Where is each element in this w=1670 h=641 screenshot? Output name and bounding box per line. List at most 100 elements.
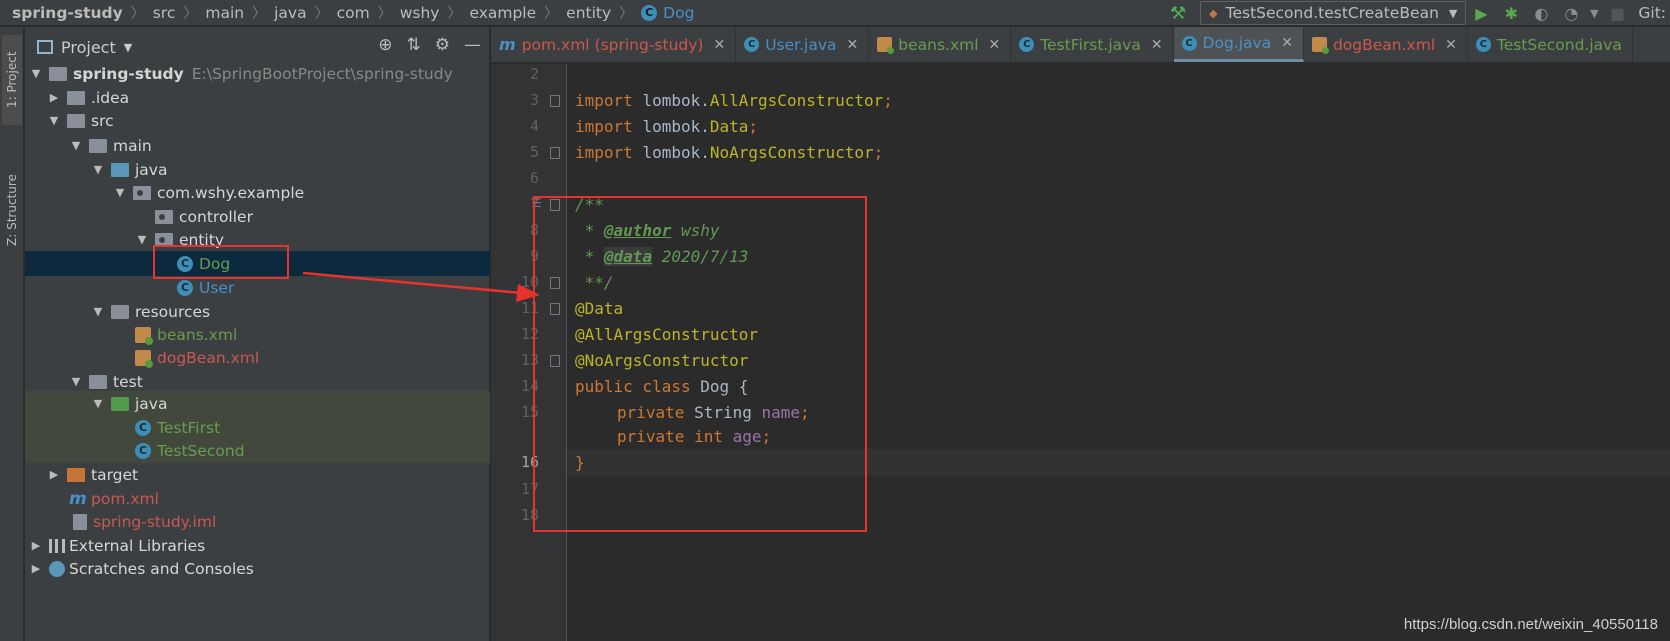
keyword: import bbox=[575, 91, 633, 110]
close-icon[interactable]: ✕ bbox=[847, 37, 859, 53]
tree-item-iml[interactable]: spring-study.iml bbox=[25, 509, 490, 534]
tab-dogbean-xml[interactable]: dogBean.xml ✕ bbox=[1304, 27, 1468, 62]
line-number: 2 bbox=[529, 65, 539, 83]
tab-project-tool-window[interactable]: 1: Project bbox=[2, 35, 22, 125]
line-number: 13 bbox=[520, 351, 539, 369]
tab-user-java[interactable]: C User.java ✕ bbox=[736, 27, 870, 62]
chevron-down-icon[interactable]: ▼ bbox=[91, 397, 105, 410]
chevron-right-icon: 〉 bbox=[447, 5, 462, 22]
tree-item-label: Scratches and Consoles bbox=[69, 559, 254, 578]
minimize-icon[interactable]: — bbox=[464, 35, 481, 55]
breadcrumb-item-dog[interactable]: C Dog bbox=[641, 4, 694, 22]
breadcrumb-item[interactable]: com bbox=[337, 4, 370, 22]
package-icon bbox=[155, 209, 173, 224]
chevron-down-icon[interactable]: ▼ bbox=[69, 139, 83, 152]
tree-item-src[interactable]: ▼ src bbox=[25, 108, 490, 133]
profile-icon[interactable]: ◔ bbox=[1556, 1, 1586, 25]
tab-pom-xml[interactable]: m pom.xml (spring-study) ✕ bbox=[491, 27, 737, 62]
spring-xml-icon bbox=[135, 326, 153, 345]
tree-item-scratches[interactable]: ▶ Scratches and Consoles bbox=[25, 556, 490, 581]
breadcrumb-item[interactable]: wshy bbox=[400, 4, 440, 22]
chevron-down-icon[interactable]: ▼ bbox=[91, 305, 105, 318]
tree-item-label: java bbox=[135, 394, 168, 413]
tab-structure-tool-window[interactable]: Z: Structure bbox=[2, 165, 22, 255]
tab-beans-xml[interactable]: beans.xml ✕ bbox=[869, 27, 1012, 62]
close-icon[interactable]: ✕ bbox=[1281, 35, 1293, 51]
code-line-4: import lombok.Data; bbox=[575, 113, 758, 140]
locate-target-icon[interactable]: ⊕ bbox=[378, 35, 392, 55]
chevron-right-icon[interactable]: ▶ bbox=[47, 468, 61, 481]
test-config-icon: ◆ bbox=[1209, 6, 1218, 20]
tab-label: beans.xml bbox=[898, 35, 979, 54]
line-number: 14 bbox=[520, 377, 539, 395]
class-icon: C bbox=[744, 37, 760, 52]
tree-item-label: java bbox=[135, 160, 168, 179]
tab-testsecond-java[interactable]: C TestSecond.java bbox=[1468, 27, 1633, 62]
chevron-down-icon[interactable]: ▼ bbox=[29, 67, 43, 80]
close-icon[interactable]: ✕ bbox=[1445, 37, 1457, 53]
tree-item-external-libraries[interactable]: ▶ External Libraries bbox=[25, 533, 490, 558]
breadcrumb-item[interactable]: main bbox=[205, 4, 244, 22]
line-number: 5 bbox=[529, 143, 539, 161]
tree-item-testfirst[interactable]: C TestFirst bbox=[25, 415, 490, 440]
spring-xml-icon bbox=[1311, 37, 1329, 54]
chevron-down-icon[interactable]: ▼ bbox=[1586, 1, 1602, 25]
fold-marker-icon[interactable] bbox=[550, 95, 560, 107]
breadcrumb-item[interactable]: spring-study bbox=[12, 4, 123, 22]
tree-item-test-java[interactable]: ▼ java bbox=[25, 391, 490, 416]
tree-item-package[interactable]: ▼ com.wshy.example bbox=[25, 180, 490, 205]
breadcrumb-item[interactable]: java bbox=[274, 4, 306, 22]
project-view-selector[interactable]: Project bbox=[61, 38, 116, 57]
class-icon: C bbox=[641, 4, 658, 21]
test-class-icon: C bbox=[135, 419, 151, 436]
source-folder-icon bbox=[111, 162, 129, 177]
chevron-right-icon[interactable]: ▶ bbox=[29, 562, 43, 575]
chevron-down-icon[interactable]: ▼ bbox=[69, 375, 83, 388]
coverage-icon[interactable]: ◐ bbox=[1526, 1, 1556, 25]
debug-icon[interactable]: ✱ bbox=[1496, 1, 1526, 25]
close-icon[interactable]: ✕ bbox=[989, 37, 1001, 53]
folder-icon bbox=[89, 138, 107, 153]
close-icon[interactable]: ✕ bbox=[1151, 37, 1163, 53]
tree-item-label: TestFirst bbox=[157, 418, 221, 437]
tree-item-testsecond[interactable]: C TestSecond bbox=[25, 438, 490, 463]
tree-item-beans-xml[interactable]: beans.xml bbox=[25, 322, 490, 347]
breadcrumb-item[interactable]: entity bbox=[566, 4, 611, 22]
chevron-down-icon[interactable]: ▼ bbox=[91, 163, 105, 176]
run-configuration-selector[interactable]: ◆ TestSecond.testCreateBean ▼ bbox=[1200, 1, 1467, 25]
semicolon: ; bbox=[748, 117, 759, 136]
tree-item-target[interactable]: ▶ target bbox=[25, 462, 490, 487]
collapse-all-icon[interactable]: ⇅ bbox=[407, 35, 421, 55]
line-number: 8 bbox=[529, 221, 539, 239]
fold-marker-icon[interactable] bbox=[550, 147, 560, 159]
chevron-right-icon[interactable]: ▶ bbox=[47, 91, 61, 104]
gear-icon[interactable]: ⚙ bbox=[435, 35, 450, 55]
stop-icon[interactable]: ■ bbox=[1602, 1, 1632, 25]
spring-xml-icon bbox=[135, 349, 153, 368]
chevron-down-icon[interactable]: ▼ bbox=[135, 233, 149, 246]
package-icon bbox=[133, 185, 151, 200]
tab-dog-java[interactable]: C Dog.java ✕ bbox=[1173, 27, 1304, 62]
chevron-down-icon[interactable]: ▼ bbox=[47, 114, 61, 127]
tree-item-main[interactable]: ▼ main bbox=[25, 133, 490, 158]
chevron-down-icon[interactable]: ▼ bbox=[113, 186, 127, 199]
chevron-right-icon[interactable]: ▶ bbox=[29, 539, 43, 552]
breadcrumb-item[interactable]: src bbox=[153, 4, 176, 22]
build-hammer-icon[interactable]: ⚒ bbox=[1170, 3, 1186, 24]
semicolon: ; bbox=[883, 91, 893, 110]
tree-item-java[interactable]: ▼ java bbox=[25, 157, 490, 182]
breadcrumb-item[interactable]: example bbox=[469, 4, 536, 22]
close-icon[interactable]: ✕ bbox=[713, 37, 725, 53]
package-name: lombok. bbox=[642, 117, 710, 136]
tab-label: pom.xml (spring-study) bbox=[521, 35, 704, 54]
tree-item-idea[interactable]: ▶ .idea bbox=[25, 85, 490, 110]
tab-testfirst-java[interactable]: C TestFirst.java ✕ bbox=[1011, 27, 1174, 62]
tree-item-pom-xml[interactable]: m pom.xml bbox=[25, 486, 490, 511]
chevron-right-icon: 〉 bbox=[619, 5, 634, 22]
tree-item-dogbean-xml[interactable]: dogBean.xml bbox=[25, 345, 490, 370]
tree-item-spring-study[interactable]: ▼ spring-study E:\SpringBootProject\spri… bbox=[25, 61, 490, 86]
run-icon[interactable]: ▶ bbox=[1466, 1, 1496, 25]
tree-item-controller[interactable]: controller bbox=[25, 204, 490, 229]
chevron-down-icon[interactable]: ▼ bbox=[124, 41, 132, 54]
tree-item-label: com.wshy.example bbox=[157, 183, 305, 202]
